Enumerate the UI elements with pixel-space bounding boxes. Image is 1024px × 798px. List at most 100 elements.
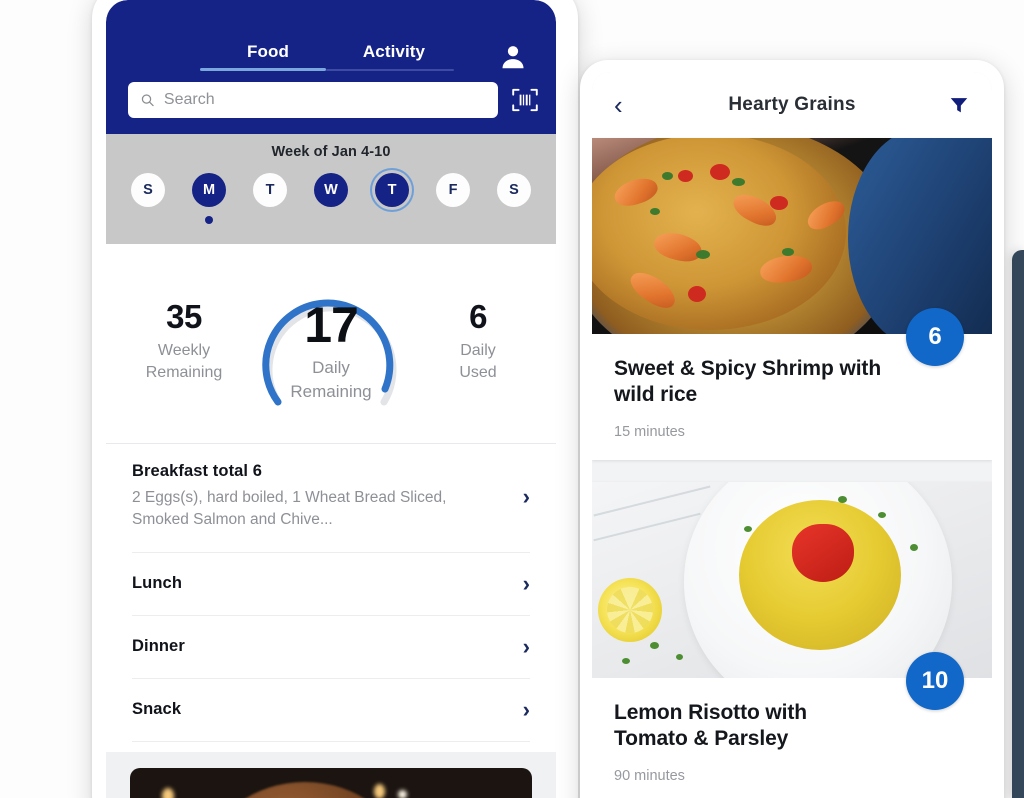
meal-title: Lunch — [132, 574, 182, 593]
back-chevron-icon[interactable]: ‹ — [614, 90, 640, 121]
day-selector: S M T W T F S — [106, 160, 556, 224]
recipes-header: ‹ Hearty Grains — [592, 72, 992, 138]
herb-piece — [696, 250, 710, 259]
user-avatar-icon[interactable] — [496, 40, 530, 74]
tomato-piece — [688, 286, 706, 302]
table-line — [593, 512, 701, 542]
meal-title: Breakfast total 6 — [132, 462, 263, 480]
recipe-card-risotto[interactable]: 10 Lemon Risotto with Tomato & Parsley 9… — [592, 482, 992, 798]
day-label: W — [324, 182, 338, 198]
herb-piece — [782, 248, 794, 256]
day-button-saturday[interactable]: S — [497, 173, 531, 207]
meal-title: Dinner — [132, 637, 185, 656]
recipe-name: Lemon Risotto with Tomato & Parsley — [614, 701, 808, 751]
herb-piece — [650, 208, 660, 215]
bokeh-light — [162, 787, 174, 798]
recipe-image-shrimp — [592, 138, 992, 334]
right-phone-screen: ‹ Hearty Grains 6 Sweet & Spicy Shrimp w… — [592, 72, 992, 798]
search-box[interactable] — [128, 82, 498, 118]
white-plate — [684, 482, 952, 679]
chevron-right-icon: › — [522, 696, 530, 722]
tab-food-label: Food — [247, 42, 289, 61]
day-button-tuesday[interactable]: T — [253, 173, 287, 207]
meal-list: Breakfast total 6 2 Eggs(s), hard boiled… — [106, 444, 556, 742]
recipe-time: 15 minutes — [614, 424, 685, 441]
week-strip: Week of Jan 4-10 S M T W T F S — [106, 134, 556, 244]
tab-activity[interactable]: Activity — [331, 42, 457, 71]
page-title: Hearty Grains — [728, 94, 856, 115]
points-summary: 35 Weekly Remaining 17 Daily Remaining 6… — [106, 244, 556, 444]
recipe-time: 90 minutes — [614, 768, 685, 785]
tab-underline-group — [200, 68, 454, 71]
day-button-monday[interactable]: M — [192, 173, 226, 207]
promo-photo-card[interactable] — [130, 767, 532, 798]
daily-used-stat: 6 Daily Used — [426, 274, 530, 383]
lemon-half — [598, 578, 662, 643]
barcode-scanner-icon[interactable] — [510, 85, 540, 115]
day-wrap-sun: S — [126, 173, 170, 224]
chevron-right-icon: › — [522, 483, 530, 509]
parsley-flake — [838, 496, 847, 504]
bowl-rim — [848, 138, 992, 334]
chevron-right-icon: › — [522, 633, 530, 659]
bottom-promo-band — [106, 751, 556, 798]
recipe-card-shrimp[interactable]: 6 Sweet & Spicy Shrimp with wild rice 15… — [592, 138, 992, 461]
tab-bar: Food Activity — [106, 0, 556, 71]
screenshot-canvas: Food Activity Search Week of Jan 4-10 S … — [0, 0, 1024, 798]
search-input[interactable] — [163, 91, 486, 109]
meal-description: 2 Eggs(s), hard boiled, 1 Wheat Bread Sl… — [132, 489, 447, 529]
tab-inactive-underline — [326, 69, 454, 71]
day-label: S — [509, 182, 519, 198]
parsley-flake — [650, 642, 659, 650]
day-button-wednesday[interactable]: W — [314, 173, 348, 207]
tomato-topping — [792, 524, 854, 583]
day-button-thursday-selected[interactable]: T — [375, 173, 409, 207]
meal-row-lunch[interactable]: Lunch › — [132, 553, 530, 616]
weekly-remaining-value: 35 — [166, 298, 202, 335]
recipe-points-badge: 6 — [906, 308, 964, 366]
day-logged-dot — [205, 216, 213, 224]
chevron-right-icon: › — [522, 570, 530, 596]
meal-row-breakfast[interactable]: Breakfast total 6 2 Eggs(s), hard boiled… — [132, 444, 530, 553]
tomato-piece — [770, 196, 788, 210]
filter-funnel-icon[interactable] — [944, 94, 970, 116]
meal-title: Snack — [132, 700, 182, 719]
meal-row-dinner[interactable]: Dinner › — [132, 616, 530, 679]
day-button-sunday[interactable]: S — [131, 173, 165, 207]
recipe-name: Sweet & Spicy Shrimp with wild rice — [614, 357, 882, 407]
daily-used-line1: Daily — [460, 342, 496, 359]
weekly-remaining-stat: 35 Weekly Remaining — [132, 274, 236, 383]
day-button-friday[interactable]: F — [436, 173, 470, 207]
meal-row-snack[interactable]: Snack › — [132, 679, 530, 742]
tomato-piece — [710, 164, 730, 180]
day-wrap-mon: M — [187, 173, 231, 224]
daily-remaining-value: 17 — [304, 297, 359, 353]
search-icon — [141, 94, 154, 107]
photo-person-one — [210, 781, 400, 798]
tab-active-underline — [200, 68, 326, 71]
day-wrap-wed: W — [309, 173, 353, 224]
day-wrap-thu: T — [370, 173, 414, 224]
tab-food[interactable]: Food — [205, 42, 331, 71]
gauge-label-line1: Daily — [312, 357, 350, 377]
day-label: T — [265, 182, 275, 198]
left-phone-screen: Food Activity Search Week of Jan 4-10 S … — [106, 0, 556, 798]
daily-used-line2: Used — [459, 363, 497, 381]
weekly-label-line2: Remaining — [145, 363, 223, 381]
table-line — [593, 485, 711, 517]
recipe-list: 6 Sweet & Spicy Shrimp with wild rice 15… — [592, 138, 992, 798]
tab-activity-label: Activity — [362, 42, 426, 61]
herb-piece — [732, 178, 745, 186]
day-label: T — [387, 182, 397, 198]
weekly-remaining-label: Weekly Remaining — [132, 340, 236, 383]
day-wrap-fri: F — [431, 173, 475, 224]
paella-photo — [592, 138, 992, 334]
day-wrap-tue: T — [248, 173, 292, 224]
week-label: Week of Jan 4-10 — [271, 144, 391, 160]
risotto-photo — [592, 482, 992, 679]
herb-piece — [662, 172, 673, 180]
daily-remaining-gauge: 17 Daily Remaining — [242, 274, 420, 406]
day-label: M — [202, 182, 216, 198]
app-header: Food Activity — [106, 0, 556, 134]
day-wrap-sat: S — [492, 173, 536, 224]
